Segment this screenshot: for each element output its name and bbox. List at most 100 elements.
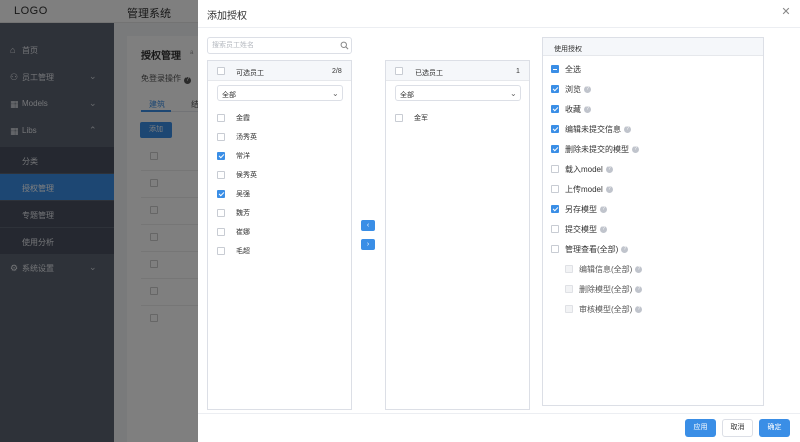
permission-label: 提交模型?	[565, 224, 607, 235]
panel-header-label: 可选员工	[236, 70, 264, 77]
move-right-button[interactable]: ›	[361, 239, 375, 250]
add-authorization-drawer: 添加授权 ✕ 可选员工 2/8 全部 ⌄ 金霞汤秀英常洋侯秀英吴强魏芳崔娜毛超 …	[198, 0, 800, 442]
help-icon[interactable]: ?	[605, 186, 613, 194]
permission-label-text: 浏览	[565, 85, 581, 94]
search-input[interactable]	[212, 39, 337, 52]
drawer-header-divider	[198, 27, 800, 28]
employee-checkbox[interactable]	[217, 171, 225, 179]
permission-label-text: 删除未提交的模型	[565, 145, 629, 154]
employee-name: 崔娜	[236, 229, 250, 236]
drawer-title: 添加授权	[207, 11, 247, 22]
permission-label-text: 收藏	[565, 105, 581, 114]
panel-header: 使用授权	[543, 38, 763, 56]
panel-header: 已选员工 1	[386, 61, 529, 81]
help-icon[interactable]: ?	[605, 166, 613, 174]
confirm-button[interactable]: 确定	[759, 419, 790, 437]
available-employees-panel: 可选员工 2/8 全部 ⌄ 金霞汤秀英常洋侯秀英吴强魏芳崔娜毛超	[207, 60, 352, 410]
panel-count: 1	[516, 68, 520, 75]
permission-checkbox[interactable]	[551, 165, 559, 173]
employee-name: 吴强	[236, 191, 250, 198]
select-value: 全部	[222, 92, 236, 99]
available-filter-select[interactable]: 全部 ⌄	[217, 85, 343, 101]
permission-label-text: 上传model	[565, 185, 603, 194]
permission-label-text: 管理查看(全部)	[565, 245, 619, 254]
employee-checkbox[interactable]	[217, 209, 225, 217]
search-icon[interactable]	[340, 41, 349, 50]
permission-checkbox[interactable]	[551, 245, 559, 253]
employee-name: 侯秀英	[236, 172, 257, 179]
permission-label-text: 提交模型	[565, 225, 597, 234]
help-icon[interactable]: ?	[600, 206, 607, 214]
permission-label: 编辑未提交信息?	[565, 124, 631, 135]
permission-label: 管理查看(全部)?	[565, 244, 629, 255]
employee-checkbox[interactable]	[217, 247, 225, 255]
employee-name: 金霞	[236, 115, 250, 122]
select-all-available-checkbox[interactable]	[217, 67, 225, 75]
permission-label: 删除模型(全部)?	[579, 284, 643, 295]
select-all-permissions-checkbox[interactable]	[551, 65, 559, 73]
select-all-selected-checkbox[interactable]	[395, 67, 403, 75]
permission-checkbox[interactable]	[551, 85, 559, 93]
select-value: 全部	[400, 92, 414, 99]
permission-checkbox	[565, 285, 573, 293]
permission-checkbox[interactable]	[551, 225, 559, 233]
close-icon[interactable]: ✕	[780, 6, 792, 18]
permission-label: 审核模型(全部)?	[579, 304, 643, 315]
permissions-header-label: 使用授权	[554, 46, 582, 53]
move-left-button[interactable]: ‹	[361, 220, 375, 231]
permissions-panel: 使用授权 全选 浏览? 收藏? 编辑未提交信息? 删除未提交的模型? 载入model? 上…	[542, 37, 764, 406]
selected-employees-panel: 已选员工 1 全部 ⌄ 金军	[385, 60, 530, 410]
permission-label: 载入model?	[565, 164, 613, 175]
help-icon[interactable]: ?	[600, 226, 607, 234]
permission-checkbox[interactable]	[551, 145, 559, 153]
help-icon[interactable]: ?	[624, 126, 631, 134]
employee-checkbox[interactable]	[217, 152, 225, 160]
permission-checkbox	[565, 305, 573, 313]
permission-checkbox[interactable]	[551, 125, 559, 133]
employee-name: 魏芳	[236, 210, 250, 217]
employee-checkbox[interactable]	[395, 114, 403, 122]
help-icon[interactable]: ?	[635, 286, 643, 294]
permission-checkbox[interactable]	[551, 185, 559, 193]
help-icon[interactable]: ?	[635, 266, 643, 274]
permission-label: 浏览?	[565, 84, 591, 95]
help-icon[interactable]: ?	[635, 306, 643, 314]
employee-checkbox[interactable]	[217, 228, 225, 236]
panel-header-label: 已选员工	[415, 70, 443, 77]
employee-name: 毛超	[236, 248, 250, 255]
employee-checkbox[interactable]	[217, 114, 225, 122]
permission-label-text: 载入model	[565, 165, 603, 174]
selected-filter-select[interactable]: 全部 ⌄	[395, 85, 521, 101]
permission-checkbox[interactable]	[551, 105, 559, 113]
employee-search	[207, 37, 352, 54]
cancel-button[interactable]: 取消	[722, 419, 753, 437]
permission-label-text: 编辑信息(全部)	[579, 265, 633, 274]
drawer-footer-divider	[198, 413, 800, 414]
permission-label: 另存模型?	[565, 204, 607, 215]
permission-checkbox	[565, 265, 573, 273]
panel-header: 可选员工 2/8	[208, 61, 351, 81]
employee-name: 常洋	[236, 153, 250, 160]
permission-label-text: 审核模型(全部)	[579, 305, 633, 314]
help-icon[interactable]: ?	[584, 86, 591, 94]
employee-name: 汤秀英	[236, 134, 257, 141]
chevron-down-icon: ⌄	[332, 89, 339, 98]
help-icon[interactable]: ?	[584, 106, 591, 114]
panel-count: 2/8	[332, 68, 342, 75]
permission-checkbox[interactable]	[551, 205, 559, 213]
chevron-down-icon: ⌄	[510, 89, 517, 98]
apply-button[interactable]: 应用	[685, 419, 716, 437]
permission-label: 删除未提交的模型?	[565, 144, 639, 155]
permission-label: 收藏?	[565, 104, 591, 115]
employee-checkbox[interactable]	[217, 133, 225, 141]
permission-label-text: 另存模型	[565, 205, 597, 214]
permission-label: 编辑信息(全部)?	[579, 264, 643, 275]
employee-name: 金军	[414, 115, 428, 122]
permission-label-text: 删除模型(全部)	[579, 285, 633, 294]
permission-label-text: 编辑未提交信息	[565, 125, 621, 134]
help-icon[interactable]: ?	[621, 246, 629, 254]
help-icon[interactable]: ?	[632, 146, 639, 154]
permission-label: 上传model?	[565, 184, 613, 195]
employee-checkbox[interactable]	[217, 190, 225, 198]
permission-label: 全选	[565, 65, 581, 74]
